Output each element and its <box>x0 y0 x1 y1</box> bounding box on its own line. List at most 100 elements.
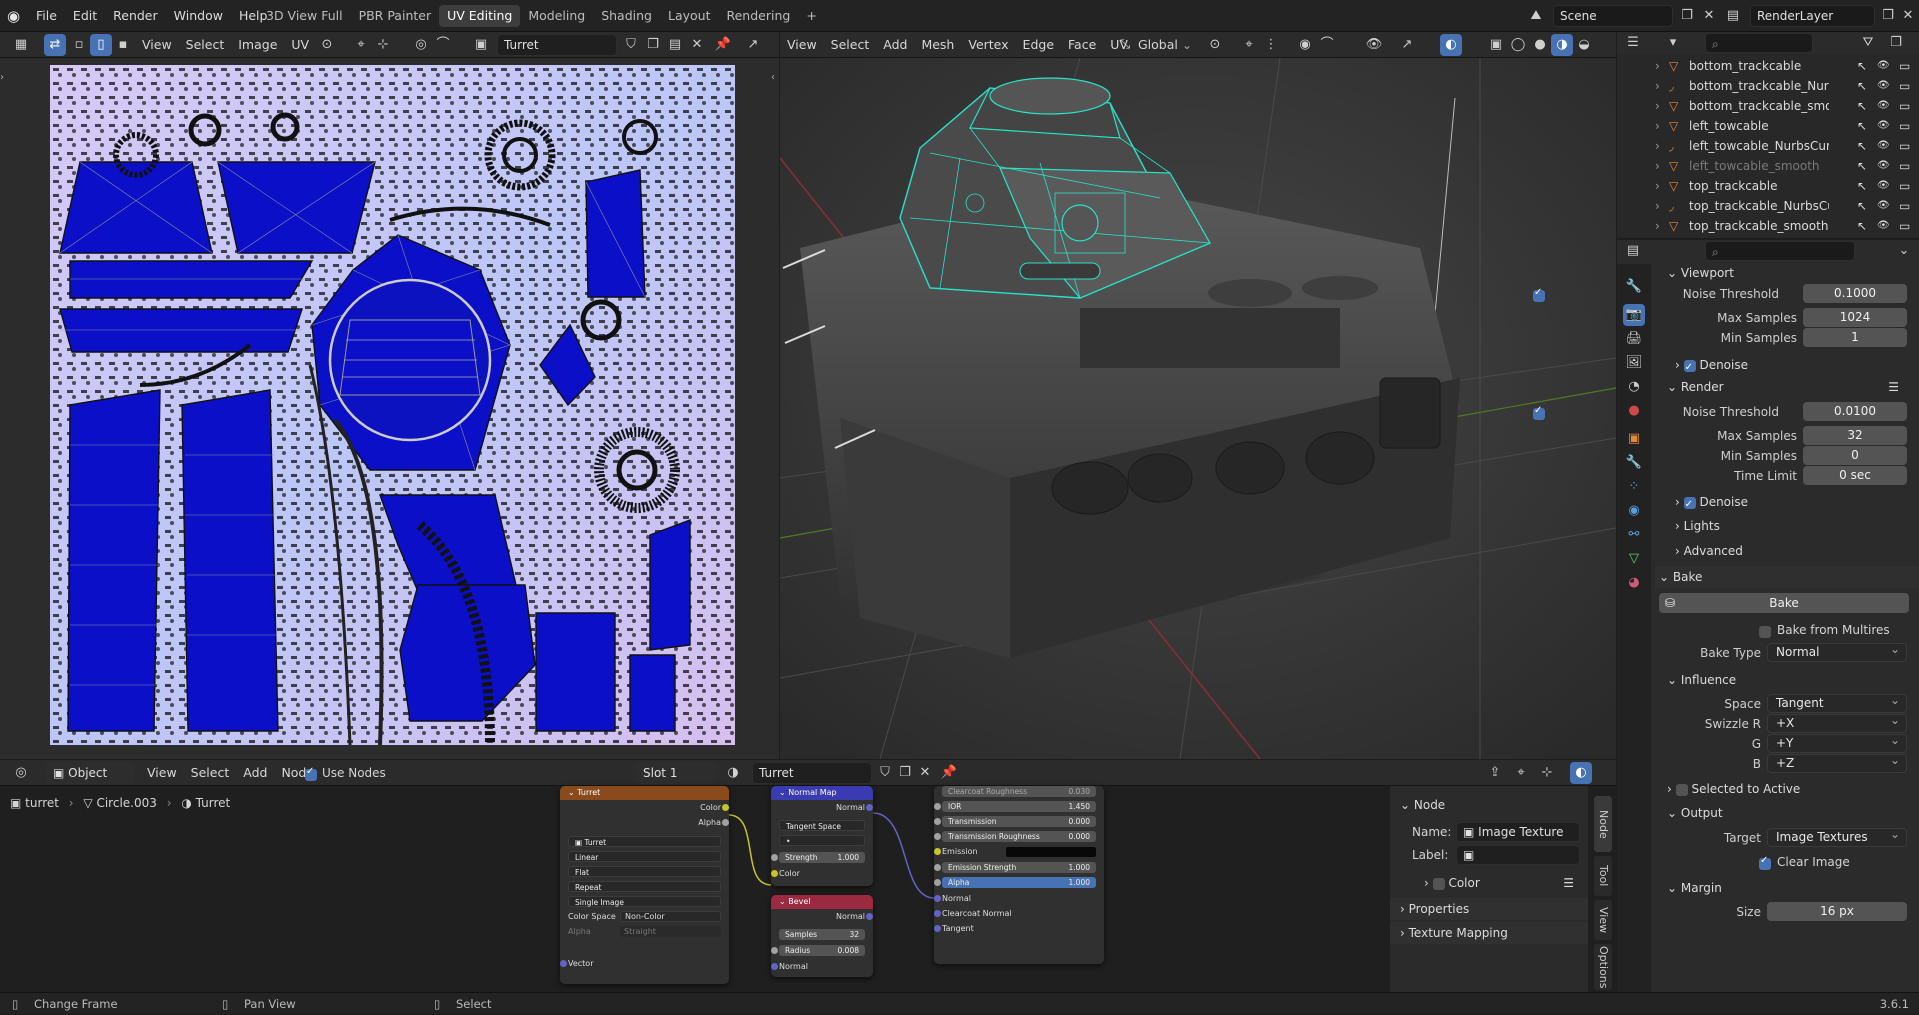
lights-subpanel[interactable]: › Lights <box>1655 515 1919 537</box>
filter-icon[interactable]: ⛛ <box>1857 32 1879 54</box>
tool-tab-icon[interactable]: 🔧 <box>1623 276 1645 298</box>
image-texture-node[interactable]: ⌄ Turret Color Alpha ▣ Turret Linear Fla… <box>560 786 729 984</box>
expand-icon[interactable]: › <box>1655 196 1660 216</box>
list-icon[interactable]: ☰ <box>1563 872 1574 894</box>
transform-orientation-dropdown[interactable]: Global <box>1138 32 1178 58</box>
normal-input-socket[interactable] <box>934 895 941 902</box>
vp-noise-threshold-field[interactable]: 0.1000 <box>1803 284 1907 303</box>
alpha-output-socket[interactable] <box>722 819 729 826</box>
outliner-editor-type-icon[interactable]: ☰ <box>1622 32 1644 54</box>
node-label-field[interactable]: ▣ <box>1456 845 1580 865</box>
outliner-item[interactable]: › ▽ left_towcable_smooth ↖ 👁 ▭ <box>1617 156 1919 176</box>
visibility-icon[interactable]: 👁 <box>1363 34 1385 56</box>
workspace-tab-pbr-painter[interactable]: PBR Painter <box>351 5 440 27</box>
emission-color-swatch[interactable] <box>1006 847 1096 857</box>
vp-menu-edge[interactable]: Edge <box>1016 32 1061 58</box>
vp-menu-add[interactable]: Add <box>876 32 914 58</box>
vp-min-samples-field[interactable]: 1 <box>1803 328 1907 347</box>
add-workspace-button[interactable]: + <box>798 5 824 27</box>
uv-menu-image[interactable]: Image <box>231 32 284 58</box>
render-layer-icon[interactable]: ▤ <box>1722 5 1744 27</box>
render-tab-icon[interactable]: 📷 <box>1623 304 1645 326</box>
eye-icon[interactable]: 👁 <box>1877 176 1890 196</box>
vertex-select-icon[interactable]: ▫ <box>68 34 90 56</box>
physics-tab-icon[interactable]: ◉ <box>1623 500 1645 522</box>
shading-material-icon[interactable]: ◑ <box>1551 34 1573 56</box>
render-visibility-icon[interactable]: ▭ <box>1899 196 1910 216</box>
vp-menu-vertex[interactable]: Vertex <box>961 32 1015 58</box>
constraints-tab-icon[interactable]: ⚯ <box>1623 524 1645 546</box>
selectable-icon[interactable]: ↖ <box>1857 56 1867 76</box>
display-mode-icon[interactable]: ▾ <box>1662 32 1684 54</box>
projection-dropdown[interactable]: Flat <box>568 866 721 877</box>
expand-icon[interactable]: › <box>1655 96 1660 116</box>
sidebar-expand-icon[interactable]: ‹ <box>771 72 775 83</box>
vp-menu-mesh[interactable]: Mesh <box>914 32 961 58</box>
eye-icon[interactable]: 👁 <box>1877 196 1890 216</box>
outliner-item[interactable]: › ◞ left_towcable_NurbsCurve ↖ 👁 ▭ <box>1617 136 1919 156</box>
eye-icon[interactable]: 👁 <box>1877 136 1890 156</box>
new-collection-icon[interactable]: ❐ <box>1885 32 1907 54</box>
expand-icon[interactable]: › <box>1655 136 1660 156</box>
new-scene-icon[interactable]: ❐ <box>1676 5 1698 27</box>
delete-scene-icon[interactable]: ✕ <box>1698 5 1720 27</box>
alpha-field[interactable]: Alpha 1.000 <box>942 877 1096 888</box>
expand-icon[interactable]: › <box>1655 116 1660 136</box>
influence-subpanel[interactable]: ⌄ Influence <box>1655 669 1919 691</box>
workspace-tab-shading[interactable]: Shading <box>593 5 660 27</box>
gizmo-icon[interactable]: ↗ <box>1396 34 1418 56</box>
margin-subpanel[interactable]: ⌄ Margin <box>1655 877 1919 899</box>
selectable-icon[interactable]: ↖ <box>1857 196 1867 216</box>
unlink-image-icon[interactable]: ✕ <box>686 34 708 56</box>
falloff-icon[interactable]: ⌒ <box>432 34 454 56</box>
margin-size-field[interactable]: 16 px <box>1767 902 1907 921</box>
source-dropdown[interactable]: Single Image <box>568 896 721 907</box>
vp-menu-view[interactable]: View <box>780 32 824 58</box>
render-visibility-icon[interactable]: ▭ <box>1899 136 1910 156</box>
vp-menu-select[interactable]: Select <box>824 32 877 58</box>
principled-bsdf-node[interactable]: Clearcoat Roughness 0.030 IOR 1.450 Transm… <box>934 786 1104 964</box>
bake-type-dropdown[interactable]: Normal <box>1767 641 1907 662</box>
bevel-normal-input-socket[interactable] <box>771 963 778 970</box>
normal-space-dropdown[interactable]: Tangent Space <box>779 820 865 831</box>
outliner-item[interactable]: › ▽ top_trackcable ↖ 👁 ▭ <box>1617 176 1919 196</box>
eye-icon[interactable]: 👁 <box>1877 116 1890 136</box>
color-input-socket[interactable] <box>771 870 778 877</box>
scene-selector[interactable]: Scene <box>1553 5 1673 27</box>
node-color-subpanel[interactable]: › Color ☰ <box>1390 872 1588 894</box>
outliner-item[interactable]: › ◞ top_trackcable_NurbsCur ↖ 👁 ▭ <box>1617 196 1919 216</box>
transmission-roughness-socket[interactable] <box>934 833 941 840</box>
selectable-icon[interactable]: ↖ <box>1857 176 1867 196</box>
outliner-search-input[interactable]: ⌕ <box>1705 33 1813 53</box>
view-layer-tab-icon[interactable]: 🖼 <box>1623 352 1645 374</box>
image-name-field[interactable]: Turret <box>497 34 617 56</box>
selected-to-active-checkbox[interactable] <box>1675 783 1688 796</box>
outliner-item[interactable]: › ▽ top_trackcable_smooth ↖ 👁 ▭ <box>1617 216 1919 236</box>
space-dropdown[interactable]: Tangent <box>1767 692 1907 713</box>
snap-node-icon[interactable]: ⊹ <box>1536 762 1558 784</box>
menu-edit[interactable]: Edit <box>65 0 105 32</box>
r-noise-threshold-field[interactable]: 0.0100 <box>1803 402 1907 421</box>
fake-user-icon[interactable]: ⛉ <box>620 34 642 56</box>
workspace-tab-rendering[interactable]: Rendering <box>718 5 798 27</box>
r-noise-threshold-checkbox[interactable] <box>1533 405 1545 420</box>
face-select-icon[interactable]: ▪ <box>112 34 134 56</box>
uv-menu-view[interactable]: View <box>135 32 179 58</box>
render-visibility-icon[interactable]: ▭ <box>1899 216 1910 236</box>
menu-window[interactable]: Window <box>166 0 231 32</box>
vector-input-socket[interactable] <box>560 960 567 967</box>
selectable-icon[interactable]: ↖ <box>1857 116 1867 136</box>
editor-type-icon[interactable]: ▦ <box>10 34 32 56</box>
blender-logo-icon[interactable]: ◉ <box>7 7 25 25</box>
pivot-icon[interactable]: ⊙ <box>316 34 338 56</box>
world-tab-icon[interactable]: ● <box>1623 400 1645 422</box>
modifier-tab-icon[interactable]: 🔧 <box>1623 452 1645 474</box>
clear-image-checkbox[interactable] <box>1759 855 1771 870</box>
selectable-icon[interactable]: ↖ <box>1857 136 1867 156</box>
sidebar-tab-options[interactable]: Options <box>1594 944 1612 990</box>
uv-map-field[interactable]: • <box>779 835 865 846</box>
transmission-field[interactable]: Transmission 0.000 <box>942 816 1096 827</box>
proportional-edit-icon[interactable]: ◉ <box>1294 34 1316 56</box>
node-color-checkbox[interactable] <box>1432 877 1445 890</box>
r-denoise-checkbox[interactable] <box>1683 494 1696 516</box>
